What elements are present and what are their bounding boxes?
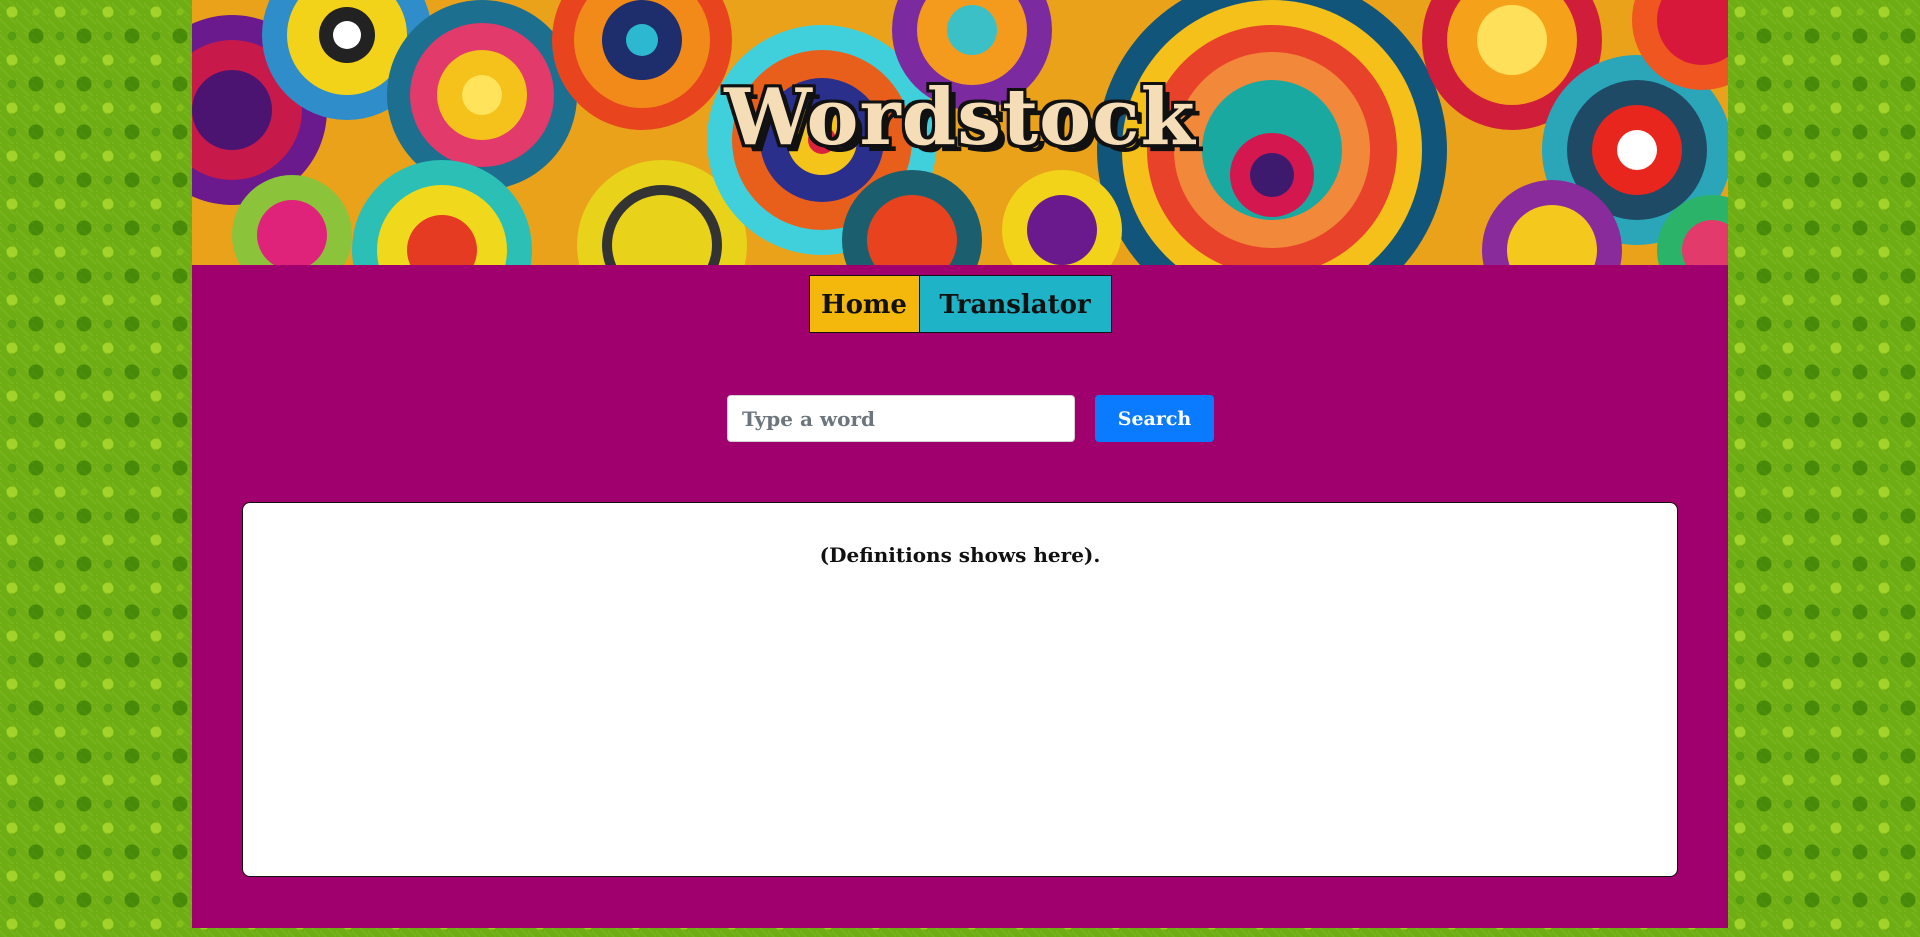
definitions-placeholder-text: (Definitions shows here).	[819, 543, 1101, 567]
nav-home-link[interactable]: Home	[808, 275, 920, 333]
page-container: Wordstock Home Translator Search (Defini…	[192, 0, 1728, 928]
search-form: Search	[727, 395, 1214, 442]
search-button[interactable]: Search	[1095, 395, 1214, 442]
header-banner: Wordstock	[192, 0, 1728, 265]
site-title: Wordstock	[724, 72, 1196, 163]
word-search-input[interactable]	[727, 395, 1075, 442]
main-nav: Home Translator	[192, 275, 1728, 333]
definitions-panel: (Definitions shows here).	[242, 502, 1678, 877]
nav-translator-link[interactable]: Translator	[919, 275, 1112, 333]
